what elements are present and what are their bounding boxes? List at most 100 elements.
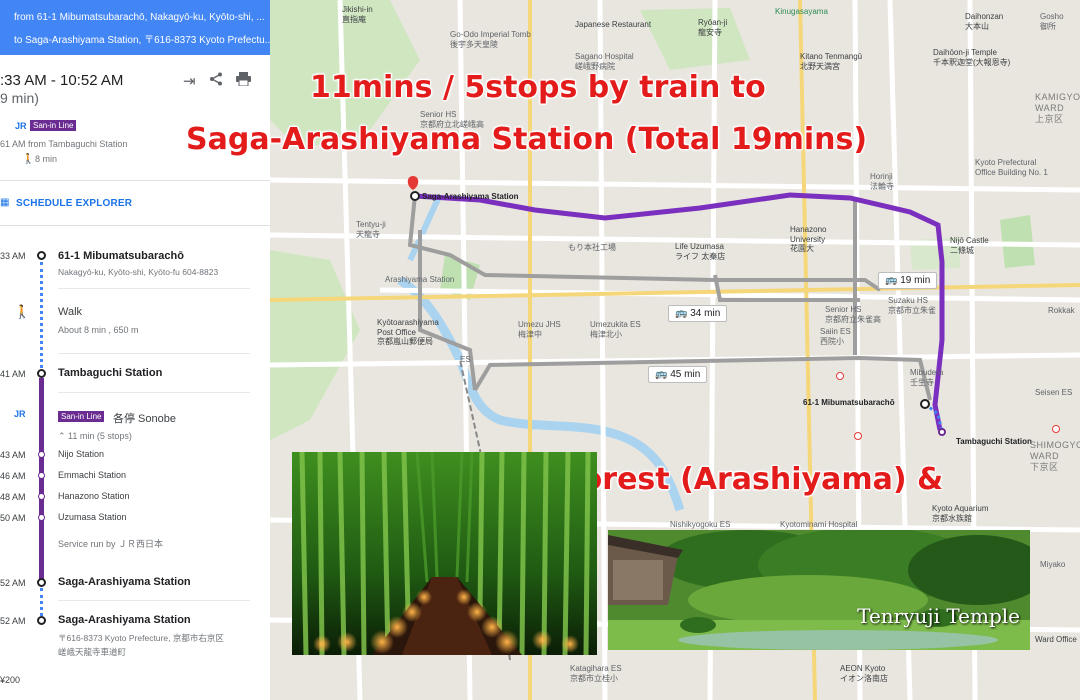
- map-label-umezu-jhs: Umezu JHS 梅津中: [518, 320, 561, 339]
- map-label-moriya: もり本社工場: [568, 243, 616, 252]
- step-time: 46 AM: [0, 471, 26, 481]
- intermediate-stop: Hanazono Station: [58, 491, 130, 501]
- step-time: 33 AM: [0, 251, 26, 261]
- temple-caption: Tenryuji Temple: [857, 604, 1020, 628]
- destination-address: 〒616-8373 Kyoto Prefecture, 京都市右京区: [58, 633, 224, 643]
- map-label-umezukita: Umezukita ES 梅津北小: [590, 320, 641, 339]
- map-label-aeon: AEON Kyoto イオン洛南店: [840, 664, 888, 683]
- destination-icon: [37, 616, 46, 625]
- line-destination: 各停 Sonobe: [113, 413, 176, 425]
- intermediate-stop: Emmachi Station: [58, 470, 127, 480]
- map-label-goodo: Go-Odo Imperial Tomb 後宇多天皇陵: [450, 30, 531, 49]
- divider: [58, 288, 250, 289]
- divider: [58, 392, 250, 393]
- schedule-explorer-link[interactable]: SCHEDULE EXPLORER: [16, 198, 132, 209]
- walk-step-detail[interactable]: About 8 min , 650 m: [58, 325, 139, 335]
- schedule-icon[interactable]: ▦: [0, 197, 9, 208]
- arrival-station[interactable]: Saga-Arashiyama Station: [58, 576, 191, 588]
- map-label-kamigyo: KAMIGYO WARD 上京区: [1035, 92, 1080, 124]
- intermediate-stop-icon: [38, 514, 45, 521]
- map-label-kitano: Kitano Tenmangū 北野天満宮: [800, 52, 863, 71]
- share-icon[interactable]: [209, 72, 223, 90]
- map-label-sagano-hospital: Sagano Hospital 嵯峨野病院: [575, 52, 634, 71]
- map-label-seisen: Seisen ES: [1035, 388, 1073, 397]
- divider: [0, 225, 270, 226]
- transit-duration-45[interactable]: 🚌 45 min: [648, 366, 708, 383]
- map-label-post-office: Kyōtoarashiyama Post Office 京都嵐山郵便局: [377, 318, 439, 347]
- service-operator: Service run by ＪＲ西日本: [58, 539, 164, 549]
- divider: [0, 180, 270, 181]
- map-label-katagihara: Katagihara ES 京都市立桂小: [570, 664, 622, 683]
- overlay-title-train: 11mins / 5stops by train to: [310, 70, 766, 105]
- rail-path-line: [39, 378, 44, 580]
- park-area: [640, 8, 750, 70]
- open-in-icon[interactable]: ⇥: [183, 72, 196, 90]
- map-label-suzaku: Suzaku HS 京都市立朱雀: [888, 296, 936, 315]
- destination-pin-icon: [407, 176, 419, 190]
- map-label-shimogyo: SHIMOGYO WARD 下京区: [1030, 440, 1080, 472]
- origin-field[interactable]: from 61-1 Mibumatsubarachō, Nakagyō-ku, …: [14, 12, 265, 23]
- map-label-nijo: Nijō Castle 二條城: [950, 236, 989, 255]
- start-location-name[interactable]: 61-1 Mibumatsubarachō: [58, 250, 184, 262]
- directions-panel: from 61-1 Mibumatsubarachō, Nakagyō-ku, …: [0, 0, 270, 700]
- destination-field[interactable]: to Saga-Arashiyama Station, 〒616-8373 Ky…: [14, 31, 270, 46]
- destination-name[interactable]: Saga-Arashiyama Station: [58, 614, 191, 626]
- duration-text: 34 min: [690, 308, 721, 319]
- divider: [58, 353, 250, 354]
- transit-duration-34[interactable]: 🚌 34 min: [668, 305, 728, 322]
- san-in-line-badge: San-in Line: [58, 411, 105, 422]
- park-area: [1000, 215, 1035, 268]
- walk-icon: 🚶: [14, 304, 31, 319]
- station-icon: [37, 369, 46, 378]
- poi-marker-icon[interactable]: [836, 372, 844, 380]
- map-label-restaurant: Japanese Restaurant: [575, 20, 652, 29]
- station-marker: [938, 428, 946, 436]
- map-label-arashiyama-station: Arashiyama Station: [385, 275, 455, 284]
- map-label-hanazono: Hanazono University 花園大: [790, 225, 827, 254]
- intermediate-stop: Nijo Station: [58, 449, 105, 459]
- map-label-ward-office: Ward Office: [1035, 635, 1077, 644]
- map-label-mibudera: Mibudera 壬生寺: [910, 368, 944, 387]
- map-label-horinji: Horinji 法輪寺: [870, 172, 894, 191]
- line-stop-count-text: 11 min (5 stops): [68, 431, 132, 441]
- poi-marker-icon[interactable]: [1052, 425, 1060, 433]
- map-label-es: ES: [460, 355, 471, 364]
- map-label-jikishi: Jikishi-in 直指庵: [342, 5, 373, 24]
- transit-duration-19[interactable]: 🚌 19 min: [878, 272, 938, 289]
- map-label-origin[interactable]: 61-1 Mibumatsubarachō: [803, 398, 895, 408]
- map-label-tenryuji: Tentyu-ji 天龍寺: [356, 220, 386, 239]
- print-icon[interactable]: [236, 72, 251, 90]
- map-label-nishikyogoku: Nishikyogoku ES: [670, 520, 731, 529]
- step-time: 43 AM: [0, 450, 26, 460]
- start-marker: [410, 191, 420, 201]
- divider: [58, 600, 250, 601]
- jr-logo-icon: JR: [15, 121, 27, 131]
- map-label-aquarium: Kyoto Aquarium 京都水族館: [932, 504, 989, 523]
- map-label-miyako: Miyako: [1040, 560, 1066, 569]
- intermediate-stop-icon: [38, 472, 45, 479]
- line-stop-count[interactable]: ⌃ 11 min (5 stops): [58, 431, 132, 442]
- walk-path-line-end: [40, 588, 43, 616]
- map-label-daihoonji: Daihōon-ji Temple 千本釈迦堂(大報恩寺): [933, 48, 1011, 67]
- station-icon: [37, 578, 46, 587]
- poi-marker-icon[interactable]: [854, 432, 862, 440]
- trip-duration: 9 min): [0, 90, 39, 106]
- step-time: 52 AM: [0, 578, 26, 588]
- step-time: 50 AM: [0, 513, 26, 523]
- map-label-pref-office: Kyoto Prefectural Office Building No. 1: [975, 158, 1048, 177]
- san-in-line-badge: San-in Line: [30, 120, 77, 131]
- map-label-saiin: Saiin ES 西院小: [820, 327, 851, 346]
- departure-summary: 61 AM from Tambaguchi Station: [0, 139, 128, 149]
- tambaguchi-station[interactable]: Tambaguchi Station: [58, 367, 162, 379]
- bamboo-forest-photo: [292, 452, 597, 655]
- map-label-daihonzan: Daihonzan 大本山: [965, 12, 1004, 31]
- map-label-saga-station[interactable]: Saga-Arashiyama Station: [422, 192, 518, 202]
- walk-icon: 🚶: [22, 154, 35, 165]
- fare: ¥200: [0, 675, 21, 685]
- map-label-kyotominami: Kyotominami Hospital: [780, 520, 858, 529]
- intermediate-stop: Uzumasa Station: [58, 512, 127, 522]
- tenryuji-temple-photo: Tenryuji Temple: [608, 530, 1030, 650]
- map-label-kinugasayama: Kinugasayama: [775, 7, 828, 16]
- directions-header: from 61-1 Mibumatsubarachō, Nakagyō-ku, …: [0, 0, 270, 55]
- map-label-tambaguchi[interactable]: Tambaguchi Station: [956, 437, 1032, 447]
